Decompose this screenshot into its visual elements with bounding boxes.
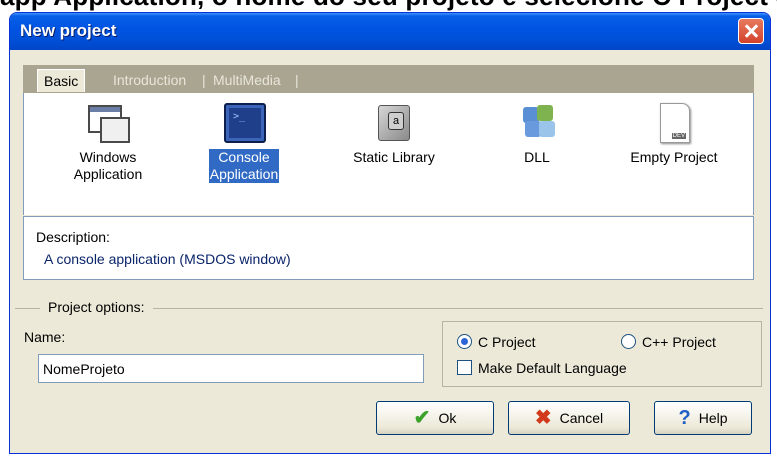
description-text: A console application (MSDOS window) <box>44 251 291 267</box>
ok-label: Ok <box>438 410 457 426</box>
windows-application-icon <box>86 101 130 145</box>
static-library-icon <box>372 101 416 145</box>
language-group: C Project C++ Project Make Default Langu… <box>442 321 762 387</box>
question-mark-icon: ? <box>678 407 691 429</box>
radio-unselected-icon <box>621 334 636 349</box>
close-icon[interactable] <box>738 18 764 44</box>
c-project-radio[interactable]: C Project <box>457 334 536 350</box>
ok-button[interactable]: ✔ Ok <box>376 401 494 435</box>
name-label: Name: <box>24 329 66 345</box>
make-default-checkbox[interactable]: Make Default Language <box>457 360 627 376</box>
help-label: Help <box>698 410 728 426</box>
project-type-label: Empty Project <box>630 149 718 165</box>
tab-separator: | <box>295 72 299 88</box>
project-type-list: Windows Application Console Application … <box>23 93 754 215</box>
project-type-dll[interactable]: DLL <box>502 101 572 166</box>
description-heading: Description: <box>36 229 110 245</box>
tab-multimedia[interactable]: MultiMedia <box>207 69 287 91</box>
project-type-label: DLL <box>524 149 550 165</box>
project-type-label: Console Application <box>208 149 280 183</box>
help-button[interactable]: ? Help <box>654 401 752 435</box>
checkmark-icon: ✔ <box>413 407 431 429</box>
empty-document-icon <box>652 101 696 145</box>
tab-introduction[interactable]: Introduction <box>107 69 192 91</box>
project-type-label: Windows Application <box>73 149 143 182</box>
dialog-title: New project <box>20 21 117 40</box>
project-type-static-library[interactable]: Static Library <box>334 101 454 166</box>
cpp-project-label: C++ Project <box>642 334 716 350</box>
puzzle-icon <box>515 101 559 145</box>
checkbox-unchecked-icon <box>457 360 472 375</box>
console-application-icon <box>222 101 266 145</box>
new-project-dialog: New project Basic Introduction | MultiMe… <box>9 12 771 454</box>
project-options-legend: Project options: <box>40 299 153 315</box>
make-default-label: Make Default Language <box>478 360 627 376</box>
project-type-label: Static Library <box>353 149 435 165</box>
cpp-project-radio[interactable]: C++ Project <box>621 334 716 350</box>
caption-text: app Application, o nome do seu projeto e… <box>0 0 777 12</box>
description-panel: Description: A console application (MSDO… <box>23 216 754 280</box>
radio-selected-icon <box>457 334 472 349</box>
cancel-label: Cancel <box>559 410 604 426</box>
project-type-windows-application[interactable]: Windows Application <box>58 101 158 183</box>
project-type-empty-project[interactable]: Empty Project <box>614 101 734 166</box>
tab-basic[interactable]: Basic <box>37 69 86 92</box>
cancel-x-icon: ✖ <box>534 407 552 429</box>
project-name-input[interactable] <box>38 354 424 383</box>
page-caption: app Application, o nome do seu projeto e… <box>0 0 777 12</box>
title-bar[interactable]: New project <box>10 13 770 50</box>
project-type-console-application[interactable]: Console Application <box>194 101 294 183</box>
tab-strip: Basic Introduction | MultiMedia | <box>23 65 754 93</box>
c-project-label: C Project <box>478 334 536 350</box>
cancel-button[interactable]: ✖ Cancel <box>508 401 630 435</box>
